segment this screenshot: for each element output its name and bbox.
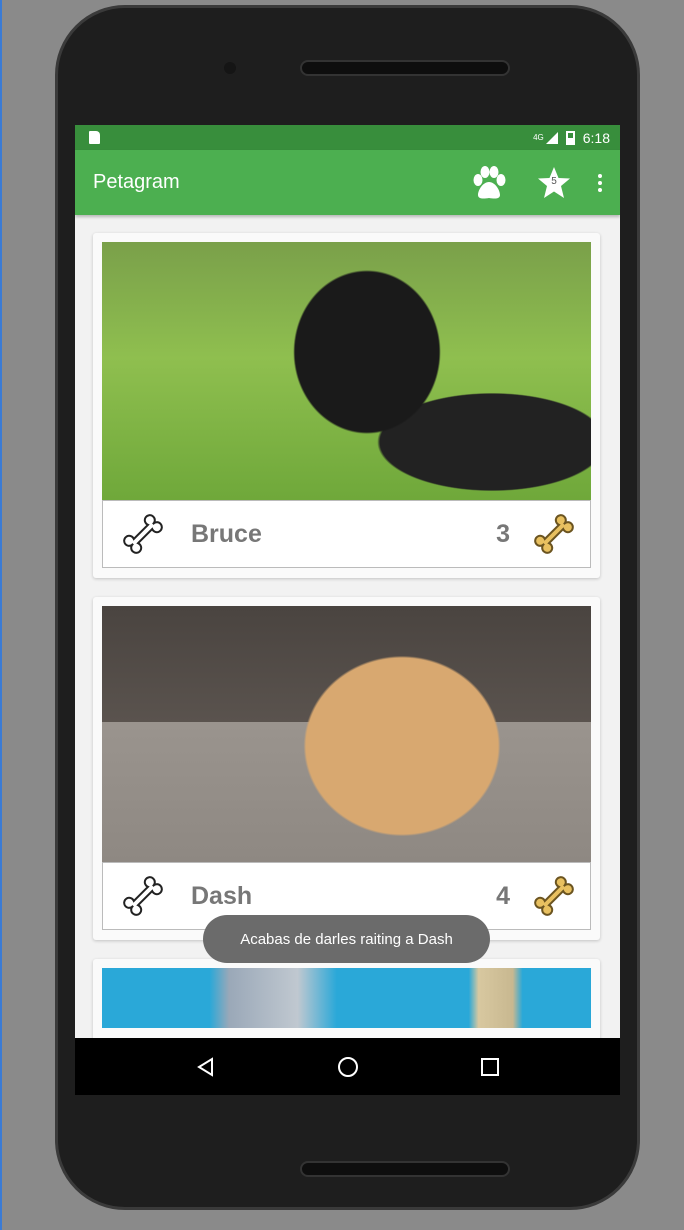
network-label: 4G <box>533 133 544 142</box>
bone-filled-icon <box>534 876 574 916</box>
bone-outline-icon[interactable] <box>119 872 167 920</box>
pet-name: Bruce <box>191 519 262 548</box>
toast-message: Acabas de darles raiting a Dash <box>203 915 490 963</box>
clock: 6:18 <box>582 129 610 146</box>
status-bar: 4G 6:18 <box>75 125 620 150</box>
sd-card-icon <box>89 131 100 144</box>
favorites-button[interactable]: 5 <box>536 166 572 200</box>
like-count: 4 <box>496 881 510 910</box>
signal-icon <box>545 131 558 144</box>
pet-card: Bruce 3 <box>93 233 600 578</box>
recents-icon[interactable] <box>480 1057 500 1077</box>
bone-filled-icon <box>534 514 574 554</box>
pet-card: Dash 4 <box>93 597 600 940</box>
battery-icon <box>565 130 575 145</box>
paw-icon[interactable] <box>470 165 508 201</box>
top-speaker <box>300 60 510 76</box>
toolbar: Petagram 5 <box>75 150 620 215</box>
more-vert-icon[interactable] <box>598 173 602 192</box>
navigation-bar <box>75 1038 620 1095</box>
window-edge <box>0 0 2 1230</box>
pet-photo <box>102 606 591 864</box>
front-camera <box>224 62 236 74</box>
bottom-speaker <box>300 1161 510 1177</box>
pet-card-footer: Bruce 3 <box>102 500 591 568</box>
like-count: 3 <box>496 519 510 548</box>
favorites-badge: 5 <box>551 175 557 187</box>
app-screen: 4G 6:18 Petagram 5 Bruce 3 Dash 4 Acabas… <box>75 125 620 1095</box>
back-icon[interactable] <box>196 1056 216 1077</box>
pet-photo <box>102 968 591 1028</box>
bone-outline-icon[interactable] <box>119 510 167 558</box>
app-title: Petagram <box>93 171 180 193</box>
pet-name: Dash <box>191 881 253 910</box>
home-icon[interactable] <box>337 1056 359 1078</box>
pet-photo <box>102 242 591 500</box>
